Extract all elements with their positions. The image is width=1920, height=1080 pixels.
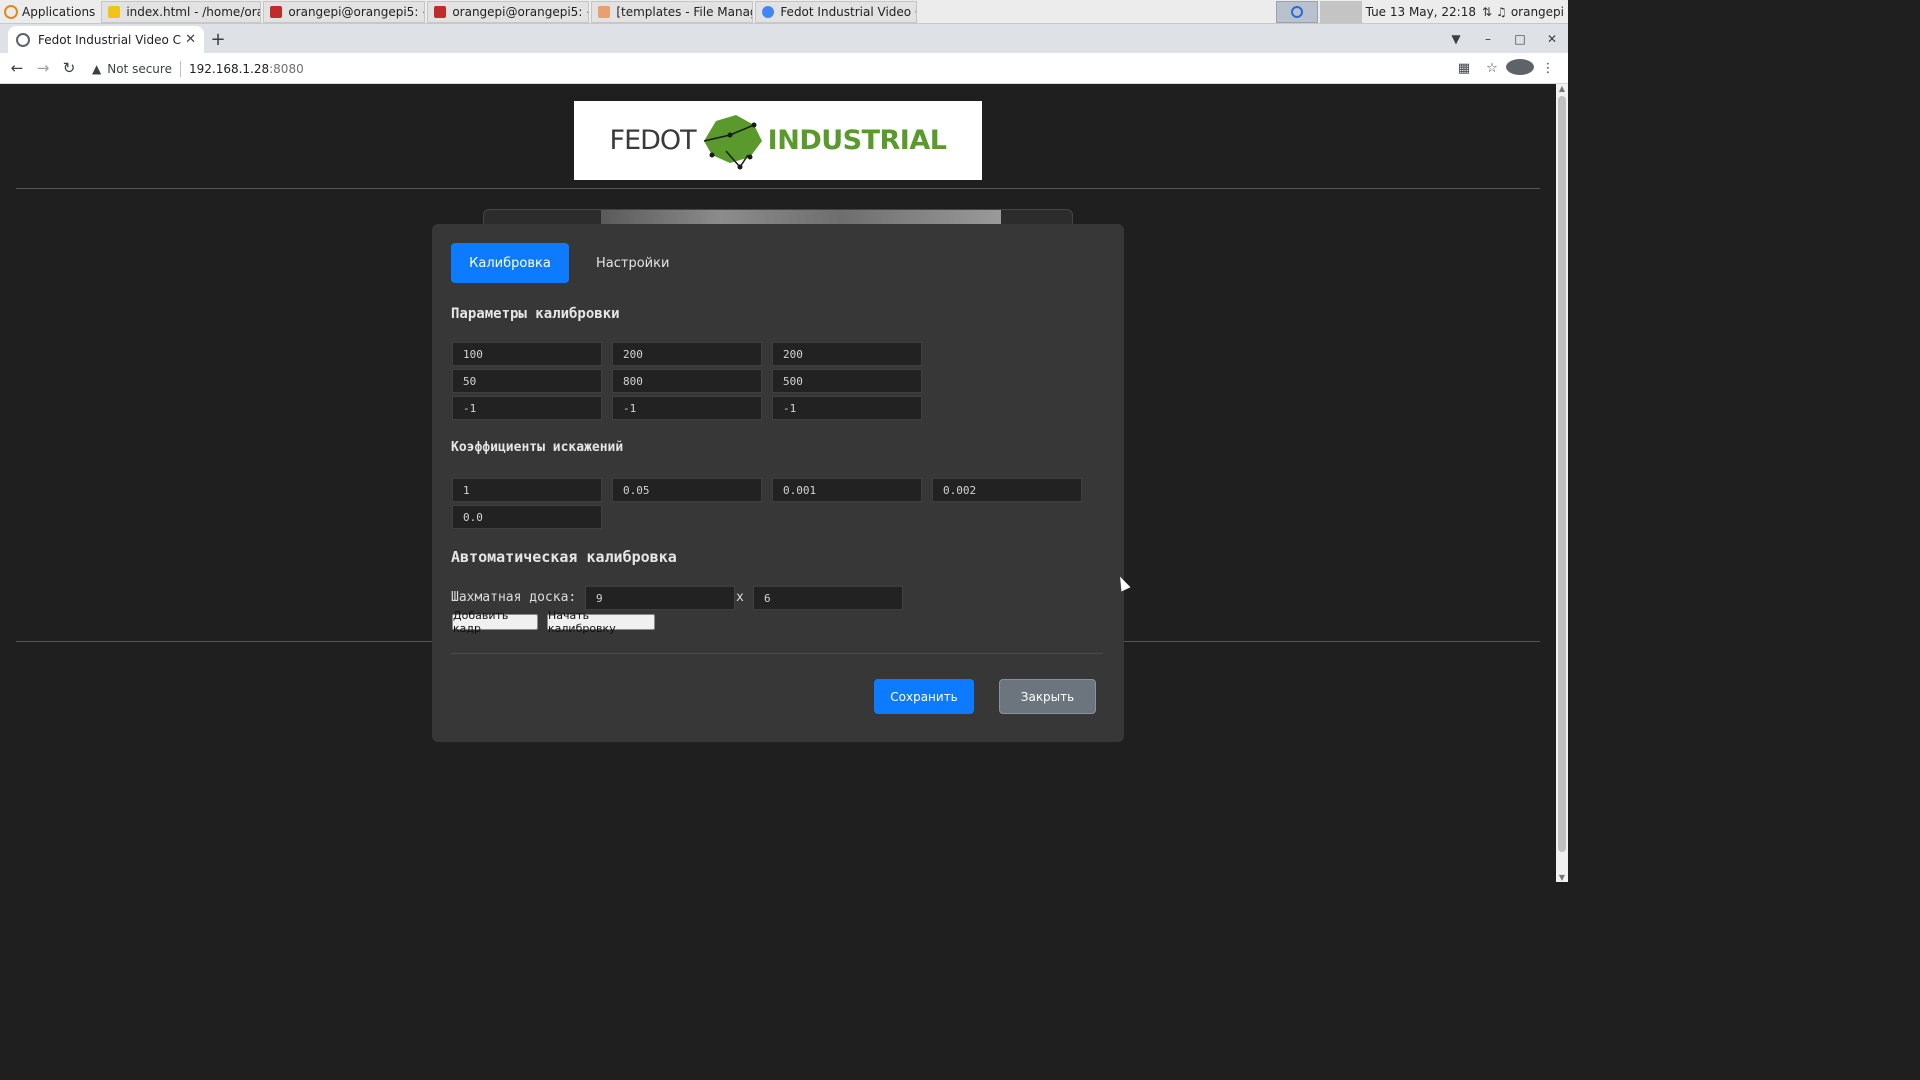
back-icon[interactable]: ← [4, 59, 30, 77]
terminal-icon [270, 5, 283, 18]
camera-matrix-field[interactable]: 200 [612, 342, 762, 366]
camera-matrix-field[interactable]: -1 [772, 396, 922, 420]
profile-icon[interactable] [1506, 58, 1534, 79]
workspace-switcher-2[interactable] [1319, 1, 1362, 23]
save-button[interactable]: Сохранить [874, 679, 974, 714]
user-menu[interactable]: orangepi [1511, 5, 1564, 19]
globe-icon [16, 32, 30, 47]
close-tab-icon[interactable]: ✕ [185, 32, 196, 47]
taskbar-window-file-manager[interactable]: [templates - File Manag... [591, 0, 754, 23]
fedot-industrial-logo: FEDOT INDUSTRIAL [574, 101, 982, 180]
calibration-params-title: Параметры калибровки [451, 306, 620, 322]
page-scrollbar[interactable]: ▲ ▼ [1556, 84, 1568, 882]
auto-calibration-title: Автоматическая калибровка [451, 548, 677, 566]
taskbar-window-editor[interactable]: index.html - /home/ora... [101, 0, 262, 23]
distortion-field[interactable]: 1 [452, 478, 602, 502]
new-tab-button[interactable]: + [204, 26, 232, 53]
browser-tab-strip: Fedot Industrial Video Coll ✕ + ▼ – □ ✕ [0, 24, 1568, 53]
camera-matrix-field[interactable]: -1 [452, 396, 602, 420]
taskbar-window-terminal-2[interactable]: orangepi@orangepi5: ~... [427, 0, 590, 23]
chessboard-label: Шахматная доска: [451, 590, 577, 605]
scrollbar-thumb[interactable] [1558, 96, 1566, 852]
camera-matrix-field[interactable]: 800 [612, 369, 762, 393]
chessboard-rows-input[interactable]: 6 [753, 586, 903, 610]
modal-tabs: Калибровка Настройки [451, 243, 688, 283]
taskbar-window-label: [templates - File Manag... [616, 4, 752, 19]
logo-text-industrial: INDUSTRIAL [767, 125, 947, 156]
taskbar-window-label: Fedot Industrial Video C... [780, 4, 916, 19]
close-window-icon[interactable]: ✕ [1536, 32, 1568, 46]
calibration-modal: Калибровка Настройки Параметры калибровк… [432, 224, 1124, 742]
logo-emblem-icon [703, 114, 762, 169]
translate-icon[interactable]: ▦ [1450, 61, 1478, 76]
minimize-icon[interactable]: – [1472, 32, 1504, 46]
applications-menu[interactable]: Applications [0, 0, 99, 24]
browser-tab-active[interactable]: Fedot Industrial Video Coll ✕ [8, 26, 204, 53]
url-port: :8080 [269, 61, 304, 76]
taskbar-window-terminal-1[interactable]: orangepi@orangepi5: ~ [263, 0, 426, 23]
tab-calibration[interactable]: Калибровка [451, 243, 569, 283]
terminal-icon [434, 5, 447, 18]
editor-icon [108, 5, 121, 18]
distortion-title: Коэффициенты искажений [451, 440, 624, 455]
chessboard-cols-input[interactable]: 9 [585, 586, 735, 610]
camera-matrix-field[interactable]: 50 [452, 369, 602, 393]
tab-title: Fedot Industrial Video Coll [38, 32, 182, 47]
divider-top [16, 188, 1540, 189]
taskbar-window-label: orangepi@orangepi5: ~ [288, 4, 426, 19]
applications-icon [4, 4, 18, 19]
avatar [1506, 58, 1534, 75]
clock[interactable]: Tue 13 May, 22:18 [1366, 5, 1476, 19]
applications-label: Applications [22, 4, 96, 19]
maximize-icon[interactable]: □ [1504, 32, 1536, 46]
camera-matrix-field[interactable]: 200 [772, 342, 922, 366]
tab-search-icon[interactable]: ▼ [1440, 32, 1472, 46]
warning-icon[interactable]: ▲ [92, 62, 101, 76]
tab-settings[interactable]: Настройки [577, 243, 688, 283]
network-icon[interactable]: ⇅ [1482, 5, 1492, 19]
url-host: 192.168.1.28 [188, 61, 270, 76]
add-frame-button[interactable]: Добавить кадр [452, 609, 538, 635]
toolbar-actions: ▦ ☆ ⋮ [1450, 53, 1562, 84]
distortion-field[interactable]: 0.001 [772, 478, 922, 502]
security-label[interactable]: Not secure [107, 62, 172, 76]
chrome-icon [762, 5, 775, 18]
distortion-field[interactable]: 0.05 [612, 478, 762, 502]
start-calibration-button[interactable]: Начать калибровку [547, 609, 655, 635]
chessboard-separator: x [736, 590, 744, 605]
taskbar-window-label: index.html - /home/ora... [126, 4, 262, 19]
taskbar-window-browser[interactable]: Fedot Industrial Video C... [755, 0, 918, 23]
volume-icon[interactable]: ♫ [1496, 5, 1507, 19]
forward-icon[interactable]: → [30, 59, 56, 77]
browser-toolbar: ← → ↻ ▲ Not secure 192.168.1.28 :8080 ▦ … [0, 53, 1568, 84]
window-controls: ▼ – □ ✕ [1440, 24, 1568, 53]
distortion-field[interactable]: 0.0 [452, 505, 602, 529]
camera-matrix-field[interactable]: 500 [772, 369, 922, 393]
modal-footer-divider [451, 653, 1103, 654]
menu-kebab-icon[interactable]: ⋮ [1534, 61, 1562, 76]
scroll-down-icon[interactable]: ▼ [1556, 873, 1568, 882]
close-button[interactable]: Закрыть [999, 679, 1096, 714]
bookmark-star-icon[interactable]: ☆ [1478, 61, 1506, 76]
address-bar[interactable]: ▲ Not secure 192.168.1.28 :8080 [92, 57, 304, 80]
camera-matrix-field[interactable]: -1 [612, 396, 762, 420]
reload-icon[interactable]: ↻ [56, 59, 82, 77]
os-taskbar: Applications index.html - /home/ora... o… [0, 0, 1568, 24]
chrome-icon [1290, 6, 1303, 18]
taskbar-window-label: orangepi@orangepi5: ~... [452, 4, 588, 19]
camera-matrix-field[interactable]: 100 [452, 342, 602, 366]
folder-icon [598, 5, 611, 18]
system-tray: Tue 13 May, 22:18 ⇅ ♫ orangepi [1275, 0, 1568, 24]
logo-text-fedot: FEDOT [609, 125, 697, 156]
workspace-switcher-1[interactable] [1275, 1, 1318, 23]
separator [179, 60, 181, 77]
distortion-field[interactable]: 0.002 [932, 478, 1082, 502]
scroll-up-icon[interactable]: ▲ [1556, 84, 1568, 93]
